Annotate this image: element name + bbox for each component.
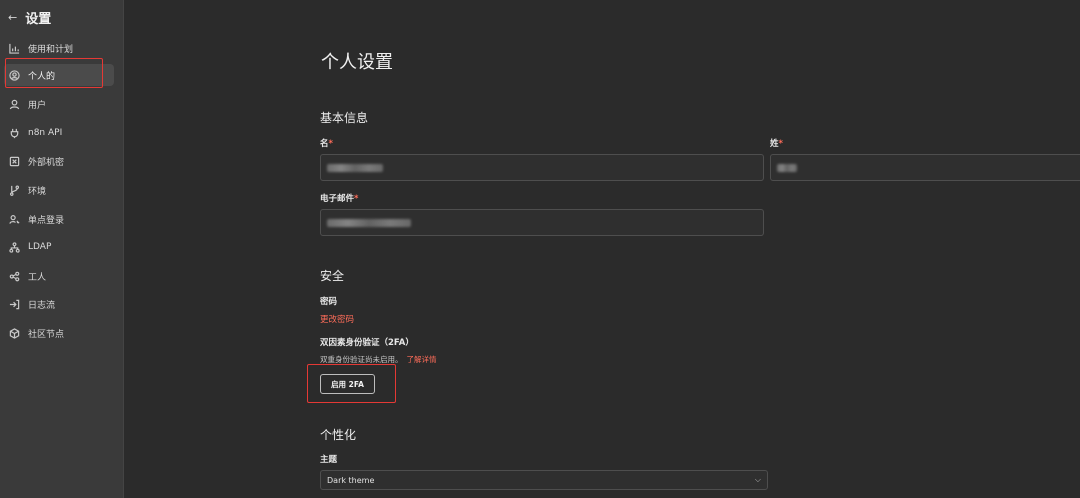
- required-mark: *: [328, 139, 333, 149]
- basic-info-heading: 基本信息: [320, 111, 369, 125]
- email-field[interactable]: [320, 209, 764, 236]
- last-name-field[interactable]: [770, 154, 1080, 181]
- git-branch-icon: [8, 184, 20, 196]
- user-icon: [8, 98, 20, 110]
- twofa-note: 双重身份验证尚未启用。: [320, 355, 403, 364]
- sidebar-item-api[interactable]: n8n API: [4, 122, 114, 144]
- redacted-value: [327, 163, 383, 172]
- sidebar-header[interactable]: ← 设置: [8, 8, 52, 27]
- sidebar-item-workers[interactable]: 工人: [4, 265, 114, 287]
- sidebar-item-label: 环境: [28, 186, 47, 197]
- network-icon: [8, 241, 20, 253]
- security-heading: 安全: [320, 269, 345, 283]
- sidebar-item-label: 单点登录: [28, 215, 65, 226]
- sidebar-item-label: 使用和计划: [28, 44, 74, 55]
- theme-select[interactable]: Dark theme ⌵: [320, 470, 768, 490]
- sidebar-title: 设置: [25, 11, 52, 27]
- user-circle-icon: [8, 69, 20, 81]
- first-name-field[interactable]: [320, 154, 764, 181]
- theme-label: 主题: [320, 455, 338, 465]
- redacted-value: [777, 163, 797, 172]
- sidebar-item-ldap[interactable]: LDAP: [4, 236, 114, 258]
- last-name-label: 姓*: [770, 139, 783, 149]
- sidebar-item-label: 个人的: [28, 71, 56, 82]
- sidebar-item-label: 日志流: [28, 300, 56, 311]
- twofa-label: 双因素身份验证（2FA）: [320, 338, 414, 348]
- personal-settings-main: 个人设置 基本信息 名* 姓* 电子邮件* 安全 密码 更改密码 双因素身份验证…: [125, 0, 1080, 498]
- cube-icon: [8, 327, 20, 339]
- first-name-label: 名*: [320, 139, 333, 149]
- personalization-heading: 个性化: [320, 428, 357, 442]
- learn-more-link[interactable]: 了解详情: [407, 355, 437, 364]
- sidebar-item-usage[interactable]: 使用和计划: [4, 37, 114, 59]
- required-mark: *: [354, 194, 359, 204]
- sidebar-item-label: 用户: [28, 100, 47, 111]
- sidebar-item-external-secrets[interactable]: 外部机密: [4, 150, 114, 172]
- sidebar-item-label: 社区节点: [28, 329, 65, 340]
- sidebar-item-label: 外部机密: [28, 157, 65, 168]
- twofa-status: 双重身份验证尚未启用。 了解详情: [320, 354, 437, 365]
- page-title: 个人设置: [321, 52, 393, 73]
- enable-2fa-button[interactable]: 启用 2FA: [320, 374, 375, 394]
- settings-sidebar: ← 设置 使用和计划 个人的 用户 n8n API 外部机密 环境 单点登录 L…: [0, 0, 124, 498]
- redacted-value: [327, 218, 411, 227]
- sidebar-item-community-nodes[interactable]: 社区节点: [4, 322, 114, 344]
- sidebar-item-label: LDAP: [28, 242, 52, 252]
- password-label: 密码: [320, 297, 338, 307]
- required-mark: *: [778, 139, 783, 149]
- sidebar-item-users[interactable]: 用户: [4, 93, 114, 115]
- theme-selected-value: Dark theme: [327, 475, 375, 485]
- change-password-link[interactable]: 更改密码: [320, 313, 354, 325]
- email-label: 电子邮件*: [320, 194, 359, 204]
- plug-icon: [8, 127, 20, 139]
- sidebar-item-personal[interactable]: 个人的: [4, 64, 114, 86]
- workers-icon: [8, 270, 20, 282]
- sidebar-item-label: n8n API: [28, 128, 63, 138]
- box-icon: [8, 155, 20, 167]
- bar-chart-icon: [8, 42, 20, 54]
- user-key-icon: [8, 213, 20, 225]
- sidebar-item-log-streaming[interactable]: 日志流: [4, 293, 114, 315]
- chevron-down-icon: ⌵: [754, 475, 761, 484]
- sidebar-item-label: 工人: [28, 272, 47, 283]
- log-in-icon: [8, 298, 20, 310]
- back-arrow-icon[interactable]: ←: [8, 11, 17, 24]
- sidebar-item-environments[interactable]: 环境: [4, 179, 114, 201]
- sidebar-item-sso[interactable]: 单点登录: [4, 208, 114, 230]
